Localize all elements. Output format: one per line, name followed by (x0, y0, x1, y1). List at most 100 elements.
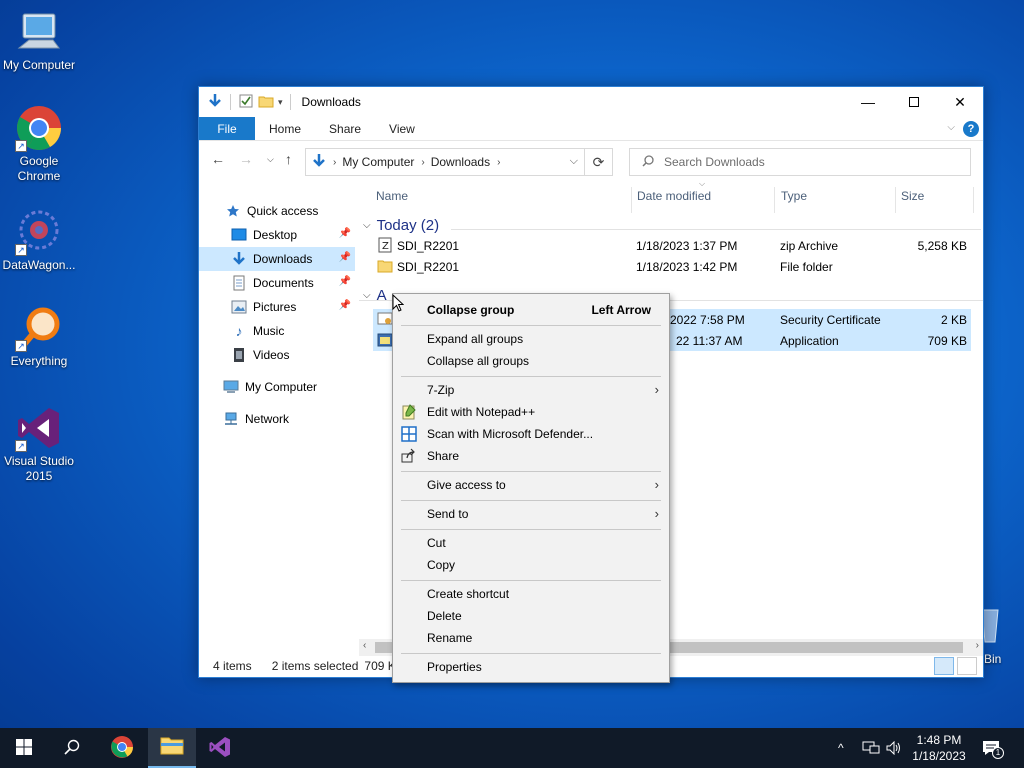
maximize-button[interactable] (891, 87, 937, 117)
action-center-button[interactable]: 1 (982, 728, 1004, 768)
nav-item-desktop[interactable]: Desktop 📌 (199, 223, 355, 247)
menu-item-7zip[interactable]: 7-Zip › (393, 379, 669, 401)
menu-item-collapse-group[interactable]: Collapse group Left Arrow (393, 299, 669, 321)
new-folder-icon[interactable] (258, 93, 274, 112)
menu-item-create-shortcut[interactable]: Create shortcut (393, 583, 669, 605)
group-header-today[interactable]: ⌵ Today (2) (363, 217, 439, 234)
desktop-icon-google-chrome[interactable]: ↗ Google Chrome (0, 104, 78, 184)
recent-locations-chevron-icon[interactable]: ⌵ (267, 154, 274, 165)
pin-icon[interactable]: 📌 (339, 228, 351, 239)
menu-item-collapse-all-groups[interactable]: Collapse all groups (393, 350, 669, 372)
nav-item-quick-access[interactable]: Quick access (199, 199, 355, 223)
menu-item-send-to[interactable]: Send to › (393, 503, 669, 525)
pin-icon[interactable]: 📌 (339, 276, 351, 287)
address-bar[interactable]: › My Computer › Downloads › ⌵ ⟳ (305, 148, 613, 176)
clock-date: 1/18/2023 (912, 749, 966, 763)
share-icon (401, 448, 417, 464)
nav-item-label: Downloads (253, 252, 313, 266)
tab-share[interactable]: Share (315, 117, 375, 140)
scroll-left-arrow-icon[interactable]: ‹ (363, 640, 366, 651)
help-icon[interactable]: ? (963, 121, 979, 137)
tab-view[interactable]: View (375, 117, 429, 140)
nav-item-my-computer[interactable]: My Computer (199, 375, 355, 399)
menu-item-rename[interactable]: Rename (393, 627, 669, 649)
menu-item-scan-defender[interactable]: Scan with Microsoft Defender... (393, 423, 669, 445)
desktop-icon-datawagon[interactable]: ↗ DataWagon... (0, 208, 78, 273)
video-icon (231, 347, 247, 363)
taskbar-visual-studio[interactable] (196, 728, 244, 768)
table-row[interactable]: Z SDI_R2201 1/18/2023 1:37 PM zip Archiv… (373, 235, 971, 256)
nav-item-documents[interactable]: Documents 📌 (199, 271, 355, 295)
pin-icon[interactable]: 📌 (339, 300, 351, 311)
menu-item-give-access-to[interactable]: Give access to › (393, 474, 669, 496)
address-history-chevron-icon[interactable]: ⌵ (570, 155, 578, 168)
network-status-icon[interactable] (862, 728, 880, 768)
shortcut-arrow-icon: ↗ (15, 244, 27, 256)
desktop-icon-everything[interactable]: ↗ Everything (0, 304, 78, 369)
large-icons-view-button[interactable] (957, 657, 977, 675)
file-type: File folder (780, 260, 833, 274)
title-bar[interactable]: ▾ Downloads — ✕ (199, 87, 983, 117)
up-arrow-icon[interactable]: ↑ (285, 151, 292, 167)
group-label: A (376, 287, 387, 304)
desktop-icon-label: Everything (10, 354, 68, 368)
menu-item-copy[interactable]: Copy (393, 554, 669, 576)
menu-item-delete[interactable]: Delete (393, 605, 669, 627)
expand-ribbon-chevron-icon[interactable]: ⌵ (947, 122, 955, 133)
table-row[interactable]: SDI_R2201 1/18/2023 1:42 PM File folder (373, 256, 971, 277)
file-name: SDI_R2201 (397, 239, 460, 253)
breadcrumb-downloads[interactable]: Downloads (431, 155, 490, 169)
breadcrumb-separator-icon[interactable]: › (421, 157, 424, 168)
file-size: 5,258 KB (917, 239, 967, 253)
menu-item-edit-with-notepad[interactable]: Edit with Notepad++ (393, 401, 669, 423)
nav-item-downloads[interactable]: Downloads 📌 (199, 247, 355, 271)
show-hidden-icons-chevron-icon[interactable]: ^ (838, 728, 844, 768)
taskbar-search-button[interactable] (48, 728, 96, 768)
taskbar-chrome[interactable] (98, 728, 146, 768)
back-arrow-icon[interactable]: ← (211, 151, 225, 167)
nav-item-network[interactable]: Network (199, 407, 355, 431)
group-header-a[interactable]: ⌵ A (363, 287, 387, 304)
minimize-icon: — (861, 94, 875, 110)
tab-home[interactable]: Home (255, 117, 315, 140)
column-header-type[interactable]: Type (781, 179, 807, 213)
volume-icon[interactable] (886, 728, 902, 768)
desktop-icon-my-computer[interactable]: My Computer (0, 8, 78, 73)
menu-item-properties[interactable]: Properties (393, 656, 669, 678)
music-icon: ♪ (235, 323, 243, 339)
taskbar: ^ 1:48 PM 1/18/2023 1 (0, 728, 1024, 768)
desktop-icon-visual-studio[interactable]: ↗ Visual Studio 2015 (0, 404, 78, 484)
breadcrumb-separator-icon[interactable]: › (497, 157, 500, 168)
menu-item-label: Send to (427, 507, 469, 521)
system-clock[interactable]: 1:48 PM 1/18/2023 (906, 732, 972, 764)
menu-item-cut[interactable]: Cut (393, 532, 669, 554)
properties-check-icon[interactable] (238, 93, 254, 112)
menu-item-share[interactable]: Share (393, 445, 669, 467)
search-box[interactable]: Search Downloads (629, 148, 971, 176)
tab-file[interactable]: File (199, 117, 255, 140)
taskbar-file-explorer[interactable] (148, 728, 196, 768)
menu-item-label: Collapse all groups (427, 354, 530, 368)
close-button[interactable]: ✕ (937, 87, 983, 117)
nav-item-pictures[interactable]: Pictures 📌 (199, 295, 355, 319)
menu-item-expand-all-groups[interactable]: Expand all groups (393, 328, 669, 350)
customize-quick-access-chevron-icon[interactable]: ▾ (278, 97, 283, 108)
breadcrumb-separator-icon[interactable]: › (333, 157, 336, 168)
nav-item-videos[interactable]: Videos (199, 343, 355, 367)
column-header-size[interactable]: Size (901, 179, 924, 213)
details-view-button[interactable] (934, 657, 954, 675)
file-date: 1/18/2023 1:37 PM (636, 239, 738, 253)
start-button[interactable] (0, 728, 48, 768)
minimize-button[interactable]: — (845, 87, 891, 117)
file-size: 2 KB (940, 313, 967, 327)
folder-icon (377, 258, 393, 277)
breadcrumb-my-computer[interactable]: My Computer (342, 155, 414, 169)
forward-arrow-icon[interactable]: → (239, 151, 253, 167)
desktop-icon-label: DataWagon... (2, 258, 76, 272)
pin-icon[interactable]: 📌 (339, 252, 351, 263)
visual-studio-icon (208, 735, 232, 762)
refresh-icon[interactable]: ⟳ (584, 149, 612, 175)
nav-item-music[interactable]: ♪ Music (199, 319, 355, 343)
column-header-name[interactable]: Name (376, 179, 408, 213)
scroll-right-arrow-icon[interactable]: › (976, 640, 979, 651)
